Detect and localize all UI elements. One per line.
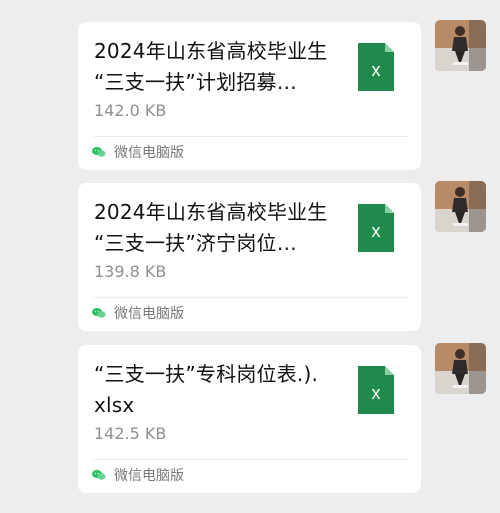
- excel-file-letter: x: [372, 221, 381, 241]
- file-message-card[interactable]: “三支一扶”专科岗位表.). xlsx 142.5 KB x 微信电脑版: [78, 345, 421, 493]
- message-row: “三支一扶”专科岗位表.). xlsx 142.5 KB x 微信电脑版: [0, 343, 500, 495]
- message-source: 微信电脑版: [92, 141, 184, 163]
- file-name: “三支一扶”专科岗位表.). xlsx: [94, 362, 319, 417]
- file-size: 139.8 KB: [94, 262, 167, 281]
- wechat-icon: [92, 147, 106, 157]
- excel-file-icon: x: [358, 204, 394, 252]
- source-label: 微信电脑版: [114, 468, 184, 484]
- file-message-card[interactable]: 2024年山东省高校毕业生 “三支一扶”计划招募… 142.0 KB x 微信电…: [78, 22, 421, 170]
- divider: [94, 297, 408, 298]
- chat-conversation: 2024年山东省高校毕业生 “三支一扶”计划招募… 142.0 KB x 微信电…: [0, 0, 500, 513]
- source-label: 微信电脑版: [114, 145, 184, 161]
- file-name: 2024年山东省高校毕业生 “三支一扶”计划招募…: [94, 39, 328, 94]
- excel-file-icon: x: [358, 43, 394, 91]
- divider: [94, 459, 408, 460]
- message-source: 微信电脑版: [92, 302, 184, 324]
- wechat-icon: [92, 470, 106, 480]
- message-row: 2024年山东省高校毕业生 “三支一扶”计划招募… 142.0 KB x 微信电…: [0, 20, 500, 172]
- message-row: 2024年山东省高校毕业生 “三支一扶”济宁岗位… 139.8 KB x 微信电…: [0, 181, 500, 333]
- file-message-card[interactable]: 2024年山东省高校毕业生 “三支一扶”济宁岗位… 139.8 KB x 微信电…: [78, 183, 421, 331]
- excel-file-icon: x: [358, 366, 394, 414]
- avatar[interactable]: [435, 20, 486, 71]
- source-label: 微信电脑版: [114, 306, 184, 322]
- divider: [94, 136, 408, 137]
- excel-file-letter: x: [372, 60, 381, 80]
- file-size: 142.0 KB: [94, 101, 167, 120]
- file-size: 142.5 KB: [94, 424, 167, 443]
- excel-file-letter: x: [372, 383, 381, 403]
- wechat-icon: [92, 308, 106, 318]
- file-name: 2024年山东省高校毕业生 “三支一扶”济宁岗位…: [94, 200, 328, 255]
- message-source: 微信电脑版: [92, 464, 184, 486]
- avatar[interactable]: [435, 343, 486, 394]
- avatar[interactable]: [435, 181, 486, 232]
